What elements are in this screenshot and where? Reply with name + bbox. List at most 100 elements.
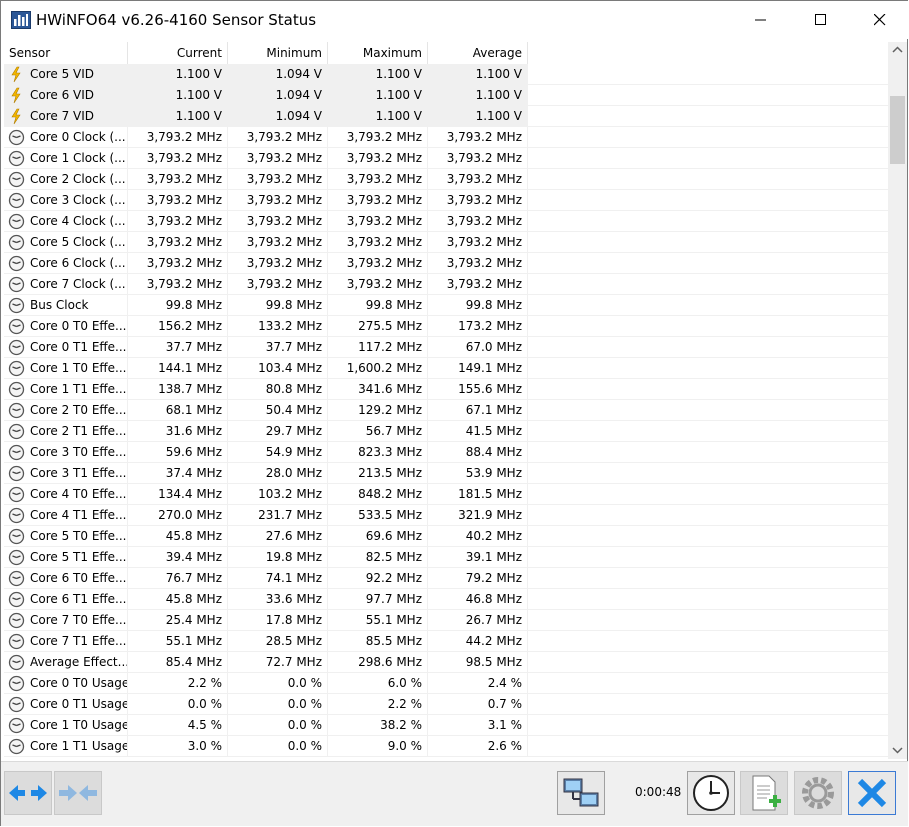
table-body: Core 5 VID 1.100 V 1.094 V 1.100 V 1.100 V Co… bbox=[4, 64, 888, 757]
table-row[interactable]: Core 7 Clock (... 3,793.2 MHz 3,793.2 MHz 3… bbox=[4, 274, 888, 295]
table-row[interactable]: Core 0 T0 Effe... 156.2 MHz 133.2 MHz 275.5… bbox=[4, 316, 888, 337]
current-value-cell: 99.8 MHz bbox=[128, 295, 228, 316]
average-value-cell: 155.6 MHz bbox=[428, 379, 528, 400]
clock-icon bbox=[8, 549, 25, 566]
navigate-button[interactable] bbox=[4, 771, 52, 815]
scrollbar-thumb[interactable] bbox=[890, 96, 905, 164]
sensor-name-cell: Core 4 Clock (... bbox=[4, 211, 128, 232]
minimum-value-cell: 19.8 MHz bbox=[228, 547, 328, 568]
row-filler bbox=[528, 337, 888, 358]
minimize-button[interactable] bbox=[738, 1, 784, 39]
table-row[interactable]: Core 4 T0 Effe... 134.4 MHz 103.2 MHz 848.2… bbox=[4, 484, 888, 505]
sensor-name-label: Average Effect... bbox=[30, 655, 128, 669]
table-row[interactable]: Core 6 VID 1.100 V 1.094 V 1.100 V 1.100 V bbox=[4, 85, 888, 106]
table-row[interactable]: Core 3 Clock (... 3,793.2 MHz 3,793.2 MHz 3… bbox=[4, 190, 888, 211]
table-row[interactable]: Core 1 Clock (... 3,793.2 MHz 3,793.2 MHz 3… bbox=[4, 148, 888, 169]
table-row[interactable]: Core 7 T1 Effe... 55.1 MHz 28.5 MHz 85.5 MH… bbox=[4, 631, 888, 652]
table-row[interactable]: Core 7 VID 1.100 V 1.094 V 1.100 V 1.100 V bbox=[4, 106, 888, 127]
table-row[interactable]: Core 0 T1 Effe... 37.7 MHz 37.7 MHz 117.2 M… bbox=[4, 337, 888, 358]
average-value-cell: 3,793.2 MHz bbox=[428, 274, 528, 295]
table-row[interactable]: Core 4 Clock (... 3,793.2 MHz 3,793.2 MHz 3… bbox=[4, 211, 888, 232]
sensor-name-label: Core 6 Clock (... bbox=[30, 256, 126, 270]
table-row[interactable]: Core 1 T1 Effe... 138.7 MHz 80.8 MHz 341.6 … bbox=[4, 379, 888, 400]
current-value-cell: 3,793.2 MHz bbox=[128, 232, 228, 253]
current-value-cell: 1.100 V bbox=[128, 106, 228, 127]
close-icon bbox=[857, 778, 887, 808]
column-header-current[interactable]: Current bbox=[128, 42, 228, 64]
minimum-value-cell: 103.4 MHz bbox=[228, 358, 328, 379]
table-row[interactable]: Core 1 T1 Usage 3.0 % 0.0 % 9.0 % 2.6 % bbox=[4, 736, 888, 757]
table-row[interactable]: Core 1 T0 Effe... 144.1 MHz 103.4 MHz 1,600… bbox=[4, 358, 888, 379]
maximize-icon bbox=[815, 14, 826, 25]
column-header-minimum[interactable]: Minimum bbox=[228, 42, 328, 64]
average-value-cell: 41.5 MHz bbox=[428, 421, 528, 442]
table-row[interactable]: Core 6 T1 Effe... 45.8 MHz 33.6 MHz 97.7 MH… bbox=[4, 589, 888, 610]
sensor-name-cell: Core 2 T0 Effe... bbox=[4, 400, 128, 421]
table-row[interactable]: Core 3 T1 Effe... 37.4 MHz 28.0 MHz 213.5 M… bbox=[4, 463, 888, 484]
table-row[interactable]: Core 0 Clock (... 3,793.2 MHz 3,793.2 MHz 3… bbox=[4, 127, 888, 148]
column-header-average[interactable]: Average bbox=[428, 42, 528, 64]
close-sensors-button[interactable] bbox=[848, 771, 896, 815]
minimum-value-cell: 3,793.2 MHz bbox=[228, 232, 328, 253]
table-row[interactable]: Core 3 T0 Effe... 59.6 MHz 54.9 MHz 823.3 M… bbox=[4, 442, 888, 463]
table-row[interactable]: Core 0 T1 Usage 0.0 % 0.0 % 2.2 % 0.7 % bbox=[4, 694, 888, 715]
table-row[interactable]: Core 4 T1 Effe... 270.0 MHz 231.7 MHz 533.5… bbox=[4, 505, 888, 526]
settings-button[interactable] bbox=[794, 771, 842, 815]
scroll-down-icon[interactable] bbox=[888, 742, 907, 759]
table-row[interactable]: Core 5 T1 Effe... 39.4 MHz 19.8 MHz 82.5 MH… bbox=[4, 547, 888, 568]
table-row[interactable]: Core 5 VID 1.100 V 1.094 V 1.100 V 1.100 V bbox=[4, 64, 888, 85]
clock-icon bbox=[8, 171, 25, 188]
table-row[interactable]: Core 7 T0 Effe... 25.4 MHz 17.8 MHz 55.1 MH… bbox=[4, 610, 888, 631]
close-window-button[interactable] bbox=[857, 1, 903, 39]
minimum-value-cell: 3,793.2 MHz bbox=[228, 211, 328, 232]
maximum-value-cell: 3,793.2 MHz bbox=[328, 190, 428, 211]
table-row[interactable]: Core 5 T0 Effe... 45.8 MHz 27.6 MHz 69.6 MH… bbox=[4, 526, 888, 547]
current-value-cell: 85.4 MHz bbox=[128, 652, 228, 673]
sensor-name-cell: Core 5 VID bbox=[4, 64, 128, 85]
sensor-name-label: Core 3 Clock (... bbox=[30, 193, 126, 207]
current-value-cell: 1.100 V bbox=[128, 64, 228, 85]
table-row[interactable]: Core 5 Clock (... 3,793.2 MHz 3,793.2 MHz 3… bbox=[4, 232, 888, 253]
title-bar[interactable]: HWiNFO64 v6.26-4160 Sensor Status bbox=[1, 1, 908, 39]
current-value-cell: 39.4 MHz bbox=[128, 547, 228, 568]
current-value-cell: 59.6 MHz bbox=[128, 442, 228, 463]
clock-icon bbox=[8, 717, 25, 734]
clock-icon bbox=[8, 633, 25, 650]
maximize-button[interactable] bbox=[798, 1, 844, 39]
column-header-maximum[interactable]: Maximum bbox=[328, 42, 428, 64]
clock-icon bbox=[8, 213, 25, 230]
network-button[interactable] bbox=[557, 771, 605, 815]
clock-icon bbox=[8, 255, 25, 272]
table-row[interactable]: Average Effect... 85.4 MHz 72.7 MHz 298.6 M… bbox=[4, 652, 888, 673]
maximum-value-cell: 69.6 MHz bbox=[328, 526, 428, 547]
sensor-name-label: Core 4 T1 Effe... bbox=[30, 508, 127, 522]
sensor-name-label: Core 6 T0 Effe... bbox=[30, 571, 127, 585]
reset-timer-button[interactable] bbox=[687, 771, 735, 815]
current-value-cell: 31.6 MHz bbox=[128, 421, 228, 442]
table-row[interactable]: Core 6 T0 Effe... 76.7 MHz 74.1 MHz 92.2 MH… bbox=[4, 568, 888, 589]
current-value-cell: 3,793.2 MHz bbox=[128, 148, 228, 169]
current-value-cell: 37.4 MHz bbox=[128, 463, 228, 484]
sensor-name-cell: Core 7 T0 Effe... bbox=[4, 610, 128, 631]
sensor-name-cell: Core 0 Clock (... bbox=[4, 127, 128, 148]
add-report-button[interactable] bbox=[740, 771, 788, 815]
table-row[interactable]: Core 2 Clock (... 3,793.2 MHz 3,793.2 MHz 3… bbox=[4, 169, 888, 190]
average-value-cell: 3,793.2 MHz bbox=[428, 253, 528, 274]
table-row[interactable]: Bus Clock 99.8 MHz 99.8 MHz 99.8 MHz 99.8 MH… bbox=[4, 295, 888, 316]
table-row[interactable]: Core 2 T1 Effe... 31.6 MHz 29.7 MHz 56.7 MH… bbox=[4, 421, 888, 442]
clock-icon bbox=[8, 297, 25, 314]
current-value-cell: 3,793.2 MHz bbox=[128, 190, 228, 211]
current-value-cell: 270.0 MHz bbox=[128, 505, 228, 526]
bottom-toolbar: 0:00:48 bbox=[1, 761, 908, 826]
average-value-cell: 3,793.2 MHz bbox=[428, 211, 528, 232]
clock-icon bbox=[8, 570, 25, 587]
scroll-up-icon[interactable] bbox=[888, 42, 907, 59]
vertical-scrollbar[interactable] bbox=[888, 42, 907, 759]
table-row[interactable]: Core 6 Clock (... 3,793.2 MHz 3,793.2 MHz 3… bbox=[4, 253, 888, 274]
clock-icon bbox=[8, 528, 25, 545]
column-header-sensor[interactable]: Sensor bbox=[4, 42, 128, 64]
table-row[interactable]: Core 1 T0 Usage 4.5 % 0.0 % 38.2 % 3.1 % bbox=[4, 715, 888, 736]
table-row[interactable]: Core 0 T0 Usage 2.2 % 0.0 % 6.0 % 2.4 % bbox=[4, 673, 888, 694]
table-row[interactable]: Core 2 T0 Effe... 68.1 MHz 50.4 MHz 129.2 M… bbox=[4, 400, 888, 421]
collapse-button[interactable] bbox=[54, 771, 102, 815]
